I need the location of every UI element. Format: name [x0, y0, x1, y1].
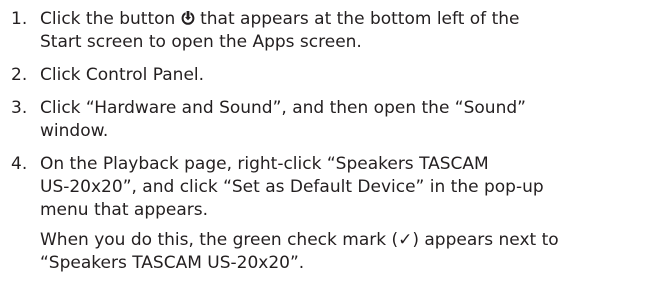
step-1-line-1: Click the button that appears at the bot…	[40, 8, 660, 31]
step-number: 1.	[11, 9, 28, 29]
step-3-line-1: Click “Hardware and Sound”, and then ope…	[40, 98, 526, 118]
step-4-line-2: US-20x20”, and click “Set as Default Dev…	[40, 177, 544, 197]
step-number: 3.	[11, 98, 28, 118]
down-arrow-circle-icon	[181, 10, 195, 26]
step-3-line-2: window.	[40, 121, 109, 141]
step-number: 2.	[11, 65, 28, 85]
step-4-note: When you do this, the green check mark (…	[0, 229, 660, 275]
instruction-steps: 1. Click the button that appears at the …	[0, 8, 660, 275]
step-4-line-3: menu that appears.	[40, 200, 209, 220]
step-1-text-before-icon: Click the button	[40, 9, 181, 29]
note-line-2: “Speakers TASCAM US-20x20”.	[40, 253, 305, 273]
step-1: 1. Click the button that appears at the …	[0, 8, 660, 54]
note-line-1: When you do this, the green check mark (…	[40, 230, 559, 250]
step-2-line-1: Click Control Panel.	[40, 65, 205, 85]
step-1-text-after-icon: that appears at the bottom left of the	[194, 9, 520, 29]
step-4: 4. On the Playback page, right-click “Sp…	[0, 153, 660, 222]
step-4-line-1: On the Playback page, right-click “Speak…	[40, 154, 489, 174]
step-3: 3. Click “Hardware and Sound”, and then …	[0, 97, 660, 143]
step-number: 4.	[11, 154, 28, 174]
step-2: 2. Click Control Panel.	[0, 64, 660, 87]
step-1-line-2: Start screen to open the Apps screen.	[40, 32, 362, 52]
